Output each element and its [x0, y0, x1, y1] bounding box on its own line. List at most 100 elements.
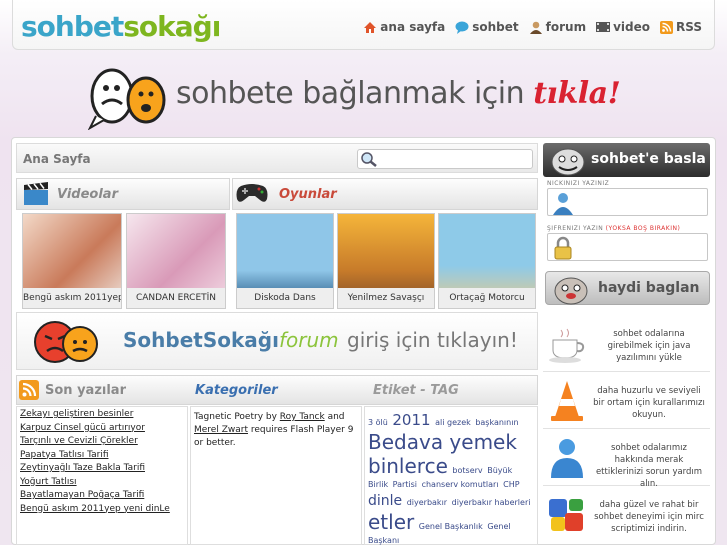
chat-bubble-icon [455, 21, 469, 34]
tag-link[interactable]: binlerce [368, 454, 448, 478]
lock-icon [554, 236, 572, 260]
sidebar-item-java[interactable]: sohbet odalarına girebilmek için java ya… [543, 318, 710, 372]
messenger-icon [551, 439, 583, 478]
oyunlar-header: Oyunlar [232, 178, 538, 210]
nav-label: video [613, 20, 650, 34]
nav-video[interactable]: video [596, 20, 650, 34]
clapperboard-icon [24, 182, 48, 205]
kategoriler-box: Tagnetic Poetry by Roy Tanck and Merel Z… [190, 406, 362, 545]
forum-brand: SohbetSokağıforum [123, 328, 339, 352]
post-link[interactable]: Yoğurt Tatlısı [20, 476, 187, 490]
pass-label-text: ŞIFRENIZI YAZIN [547, 225, 604, 232]
search-input[interactable] [380, 151, 528, 167]
nav-ana-sayfa[interactable]: ana sayfa [363, 20, 445, 34]
post-link[interactable]: Tarçınlı ve Cevizli Çörekler [20, 435, 187, 449]
flash-notice-mid: and [324, 412, 345, 422]
tag-link[interactable]: 2011 [392, 411, 430, 429]
pass-note: (YOKSA BOŞ BIRAKIN) [605, 225, 681, 232]
sidebar-item-text: sohbet odalarımız hakkında merak ettikle… [595, 443, 703, 489]
logo-part-2: sokağı [123, 10, 221, 43]
post-link[interactable]: Zekayı geliştiren besinler [20, 408, 187, 422]
post-link[interactable]: Papatya Tatlısı Tarifi [20, 449, 187, 463]
nav-label: sohbet [472, 20, 519, 34]
user-icon [553, 193, 573, 215]
mirc-icon [549, 499, 583, 531]
videolar-title: Videolar [57, 187, 118, 202]
tag-link[interactable]: başkanının [475, 418, 518, 427]
tag-link[interactable]: 3 ölü [368, 418, 388, 427]
site-header: sohbetsokağı ana sayfa sohbet forum vide… [12, 0, 715, 50]
son-yazilar-title: Son yazılar [45, 383, 126, 398]
video-caption: Bengü askım 2011yep [23, 288, 121, 308]
post-link[interactable]: Bayatlamayan Poğaça Tarifi [20, 489, 187, 503]
nick-field[interactable] [547, 188, 708, 216]
search-box [357, 149, 533, 169]
tag-link[interactable]: botserv [452, 466, 482, 475]
logo-part-1: sohbet [21, 10, 124, 43]
game-thumb-3[interactable]: Ortaçağ Motorcu [438, 213, 536, 309]
main-nav: ana sayfa sohbet forum video RSS [363, 20, 702, 34]
kategoriler-title: Kategoriler [195, 383, 278, 398]
etiket-title: Etiket - TAG [373, 383, 459, 398]
chat-connect-banner[interactable]: sohbete bağlanmak için tıkla! [88, 62, 658, 132]
video-thumb-2[interactable]: CANDAN ERCETİN [126, 213, 226, 309]
tag-link[interactable]: CHP [503, 480, 519, 489]
sidebar-header: sohbet'e basla [543, 143, 710, 177]
password-field[interactable] [547, 233, 708, 261]
tag-link[interactable]: diyerbakır [407, 498, 447, 507]
nav-label: forum [545, 20, 587, 34]
sidebar-item-text: sohbet odalarına girebilmek için java ya… [607, 329, 691, 363]
flash-notice: Tagnetic Poetry by Roy Tanck and Merel Z… [194, 411, 358, 450]
sidebar-item-kurallar[interactable]: daha huzurlu ve seviyeli bir ortam için … [543, 375, 710, 429]
user-icon [529, 21, 542, 34]
game-thumb-2[interactable]: Yenilmez Savaşçı [337, 213, 435, 309]
lower-sections-header: Son yazılar Kategoriler Etiket - TAG [16, 375, 538, 405]
tag-cloud: 3 ölü 2011 ali gezek başkanının Bedava y… [368, 411, 534, 545]
search-icon[interactable] [360, 151, 378, 167]
connect-label: haydi baglan [598, 280, 700, 296]
tag-link[interactable]: etler [368, 510, 414, 534]
nav-forum[interactable]: forum [529, 20, 586, 34]
site-logo[interactable]: sohbetsokağı [21, 10, 221, 43]
etiket-box: 3 ölü 2011 ali gezek başkanının Bedava y… [364, 406, 538, 545]
breadcrumb[interactable]: Ana Sayfa [23, 152, 91, 166]
forum-banner[interactable]: SohbetSokağıforum giriş için tıklayın! [16, 312, 538, 370]
teacup-icon [549, 328, 585, 363]
flash-notice-pre: Tagnetic Poetry by [194, 412, 280, 422]
oyunlar-title: Oyunlar [279, 187, 337, 202]
tag-link[interactable]: Bedava yemek [368, 430, 517, 454]
nav-rss[interactable]: RSS [660, 20, 702, 34]
video-thumb-1[interactable]: Bengü askım 2011yep [22, 213, 122, 309]
banner-highlight: tıkla! [533, 76, 621, 111]
videolar-header: Videolar [16, 178, 230, 210]
forum-brand-suffix: forum [278, 328, 339, 352]
connect-button[interactable]: haydi baglan [545, 271, 710, 305]
sidebar-item-text: daha güzel ve rahat bir sohbet deneyimi … [594, 500, 704, 534]
author-link-1[interactable]: Roy Tanck [280, 412, 325, 422]
nav-label: ana sayfa [380, 20, 446, 34]
smiley-icon [554, 277, 588, 305]
banner-main-text: sohbete bağlanmak için [176, 76, 525, 111]
smiley-icon [551, 148, 585, 176]
post-link[interactable]: Karpuz Cinsel gücü artırıyor [20, 422, 187, 436]
tag-link[interactable]: chanserv komutları [422, 480, 499, 489]
film-icon [596, 22, 611, 32]
banner-text: sohbete bağlanmak için tıkla! [176, 76, 621, 111]
tag-link[interactable]: ali gezek [435, 418, 471, 427]
son-yazilar-box: Zekayı geliştiren besinler Karpuz Cinsel… [16, 406, 188, 545]
breadcrumb-bar: Ana Sayfa [16, 143, 538, 173]
sidebar-item-mirc[interactable]: daha güzel ve rahat bir sohbet deneyimi … [543, 489, 710, 543]
tag-link[interactable]: Partisi [393, 480, 417, 489]
rss-icon [660, 20, 673, 34]
post-link[interactable]: Bengü askım 2011yep yeni dinLe [20, 503, 187, 517]
nav-label: RSS [676, 20, 702, 34]
game-thumb-1[interactable]: Diskoda Dans [236, 213, 334, 309]
author-link-2[interactable]: Merel Zwart [194, 425, 248, 435]
tag-link[interactable]: dinle [368, 493, 402, 509]
video-caption: CANDAN ERCETİN [127, 288, 225, 308]
post-link[interactable]: Zeytinyağlı Taze Bakla Tarifi [20, 462, 187, 476]
tag-link[interactable]: Genel Başkanlık [419, 522, 483, 531]
nav-sohbet[interactable]: sohbet [455, 20, 519, 34]
sidebar-item-yardim[interactable]: sohbet odalarımız hakkında merak ettikle… [543, 432, 710, 489]
tag-link[interactable]: diyerbakır haberleri [452, 498, 531, 507]
